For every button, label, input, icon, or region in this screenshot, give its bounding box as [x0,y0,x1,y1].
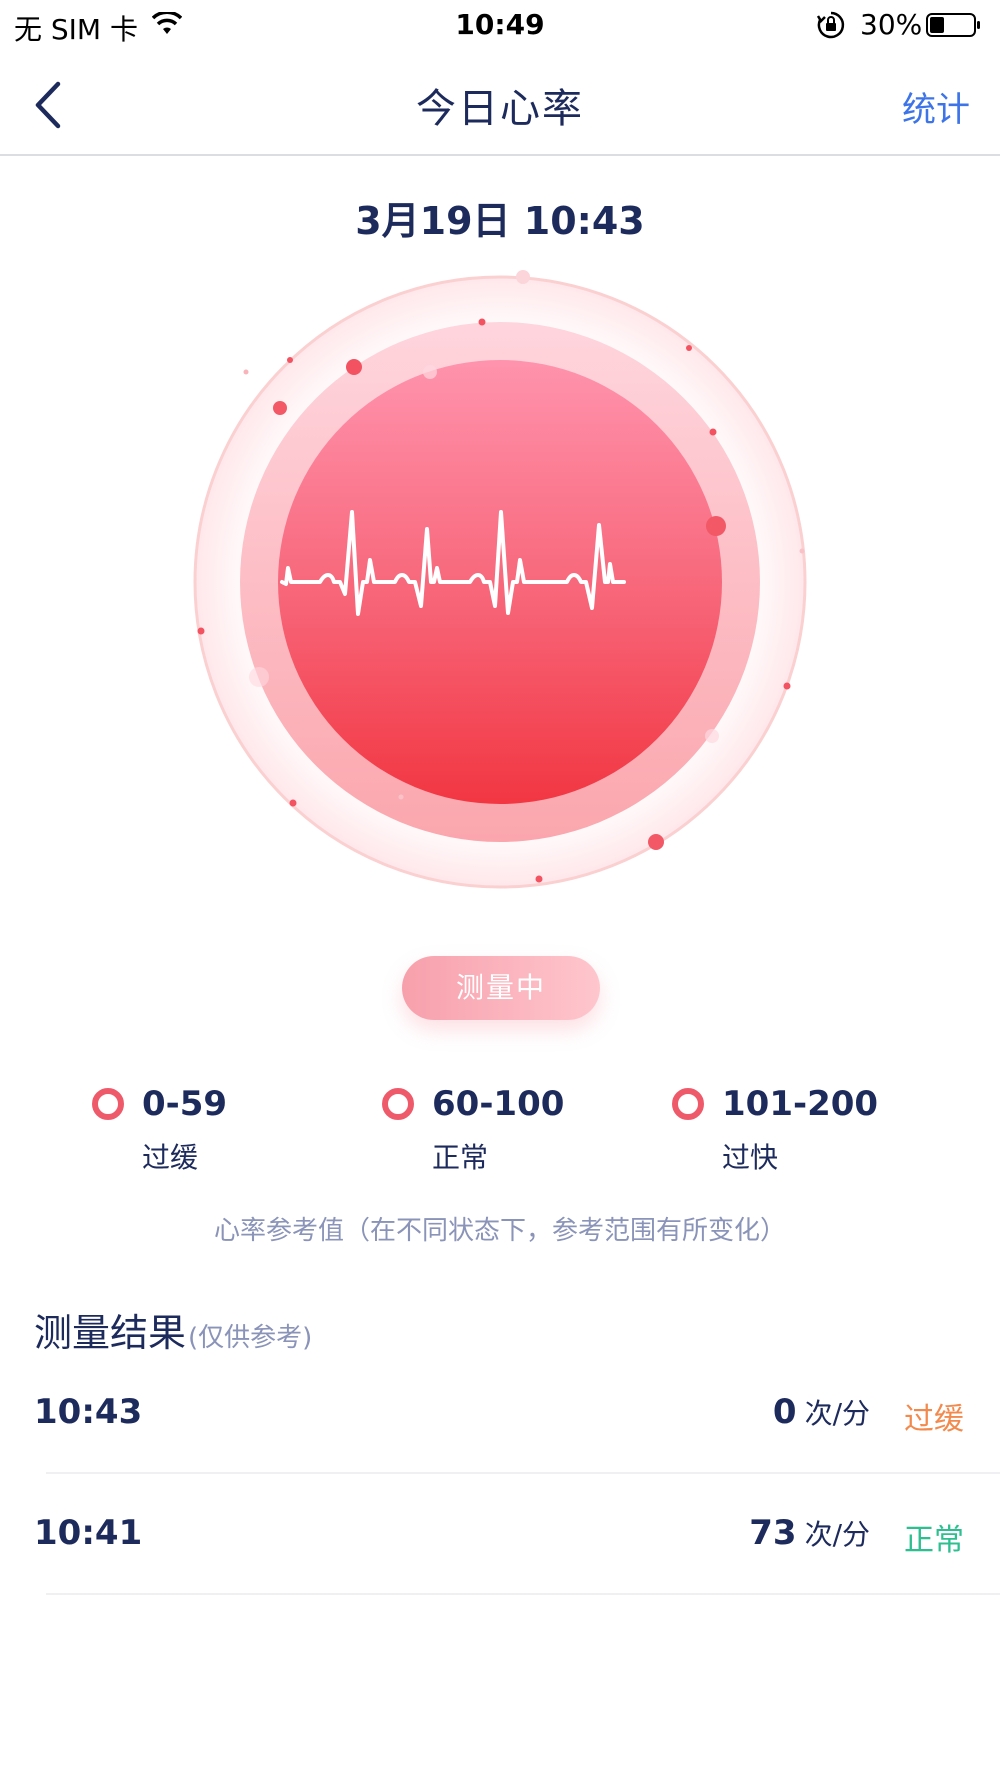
result-bpm: 73 次/分 [749,1513,870,1553]
particle-dot [249,667,269,687]
bpm-value: 73 [749,1513,797,1553]
particle-dot [346,359,362,375]
results-subtitle: (仅供参考) [188,1323,313,1353]
result-row[interactable]: 10:43 0 次/分 过缓 [0,1354,1000,1474]
particle-dot [287,357,293,363]
particle-dot [478,318,486,326]
results-title: 测量结果 [34,1311,187,1355]
particle-dot [686,345,692,351]
battery-percentage: 30% [860,8,923,41]
clock-time: 10:49 [455,8,545,41]
ring-icon [92,1088,124,1120]
particle-dot [197,627,205,635]
particle-dot [243,369,249,375]
particle-dot [709,428,717,436]
particle-dot [783,682,791,690]
range-label: 正常 [432,1141,489,1174]
result-status: 正常 [904,1523,964,1558]
particle-dot [423,365,437,379]
particle-dot [535,875,543,883]
range-value: 60-100 [432,1084,565,1124]
statistics-button[interactable]: 统计 [902,82,970,131]
measurement-datetime: 3月19日 10:43 [355,199,645,243]
range-value: 0-59 [142,1084,228,1124]
heart-rate-visual [190,262,810,902]
bpm-value: 0 [772,1392,797,1432]
results-heading: 测量结果(仅供参考) [34,1302,312,1357]
particle-dot [289,799,297,807]
range-value: 101-200 [722,1084,879,1124]
particle-dot [516,270,530,284]
page-title: 今日心率 [416,86,584,132]
bpm-unit: 次/分 [804,1397,870,1430]
orientation-lock-icon [816,10,846,44]
particle-dot [648,834,664,850]
range-label: 过缓 [142,1141,199,1174]
ring-icon [672,1088,704,1120]
particle-dot [398,794,404,800]
result-bpm: 0 次/分 [773,1392,870,1432]
battery-icon [926,12,982,42]
measuring-status-button[interactable]: 测量中 [402,956,600,1020]
bpm-unit: 次/分 [804,1518,870,1551]
result-status: 过缓 [904,1402,964,1437]
row-divider [46,1593,1000,1595]
result-time: 10:43 [34,1392,143,1432]
status-bar: 无 SIM 卡 10:49 30% [0,0,1000,50]
navigation-bar: 今日心率 统计 [0,56,1000,156]
result-time: 10:41 [34,1513,143,1553]
particle-dot [705,729,719,743]
row-divider [46,1472,1000,1474]
range-label: 过快 [722,1141,779,1174]
ring-icon [382,1088,414,1120]
result-row[interactable]: 10:41 73 次/分 正常 [0,1475,1000,1595]
particle-dot [706,516,726,536]
particle-dot [273,401,287,415]
particle-dot [799,548,805,554]
reference-note: 心率参考值（在不同状态下，参考范围有所变化） [213,1216,786,1246]
